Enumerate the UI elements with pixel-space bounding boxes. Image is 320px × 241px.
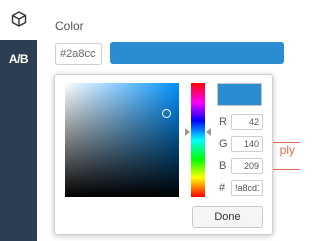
red-channel-label: R <box>219 116 227 128</box>
color-field-label: Color <box>55 19 84 33</box>
green-channel-label: G <box>219 138 228 150</box>
color-picker-popover: R G B # Done <box>54 74 273 235</box>
color-preview-swatch <box>217 83 262 106</box>
hex-color-input[interactable] <box>55 43 102 65</box>
red-channel-input[interactable] <box>231 114 263 130</box>
saturation-value-panel[interactable] <box>65 83 179 197</box>
hue-slider[interactable] <box>191 83 205 197</box>
saturation-cursor-handle[interactable] <box>162 109 171 118</box>
green-channel-input[interactable] <box>231 136 263 152</box>
apply-button-label: ply <box>279 143 295 157</box>
blue-channel-label: B <box>219 160 227 172</box>
hex-channel-label: # <box>219 182 226 194</box>
ab-test-icon[interactable]: A/B <box>0 52 37 66</box>
hue-pointer-left-icon <box>185 128 190 136</box>
color-swatch-bar[interactable] <box>110 42 284 64</box>
done-button[interactable]: Done <box>192 206 263 228</box>
cube-icon[interactable] <box>11 11 27 27</box>
hue-pointer-right-icon <box>206 128 211 136</box>
sidebar: A/B <box>0 40 37 241</box>
blue-channel-input[interactable] <box>231 158 263 174</box>
hex-channel-input[interactable] <box>231 180 263 196</box>
